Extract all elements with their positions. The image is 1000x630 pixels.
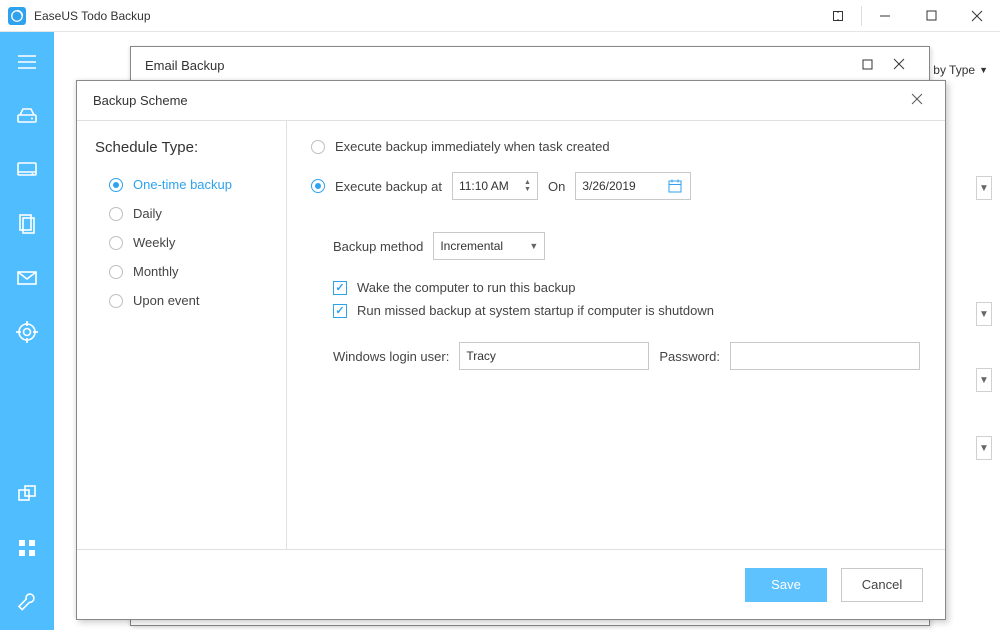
- method-label: Backup method: [333, 239, 423, 254]
- method-value: Incremental: [440, 239, 503, 253]
- menu-icon[interactable]: [15, 50, 39, 74]
- email-backup-icon[interactable]: [15, 266, 39, 290]
- missed-label: Run missed backup at system startup if c…: [357, 303, 714, 318]
- chevron-down-icon: ▼: [529, 241, 538, 251]
- radio-icon: [311, 140, 325, 154]
- exec-immediate-label: Execute backup immediately when task cre…: [335, 139, 610, 154]
- window-close-button[interactable]: [954, 0, 1000, 32]
- window-maximize-button[interactable]: [908, 0, 954, 32]
- user-label: Windows login user:: [333, 349, 449, 364]
- backup-method-row: Backup method Incremental ▼: [333, 232, 925, 260]
- time-stepper-icon[interactable]: ▲▼: [524, 179, 531, 193]
- wake-label: Wake the computer to run this backup: [357, 280, 575, 295]
- file-backup-icon[interactable]: [15, 212, 39, 236]
- schedule-option-one-time[interactable]: One-time backup: [95, 170, 268, 199]
- scheme-close-button[interactable]: [905, 86, 929, 115]
- password-input[interactable]: [730, 342, 920, 370]
- exec-immediate-row[interactable]: Execute backup immediately when task cre…: [311, 139, 925, 154]
- content-area: ↑ Sort by Type ▼ ▼ ▼ ▼ ▼ Email Backup Ba…: [54, 32, 1000, 630]
- date-input[interactable]: 3/26/2019: [575, 172, 691, 200]
- schedule-option-upon-event[interactable]: Upon event: [95, 286, 268, 315]
- sidebar: [0, 32, 54, 630]
- credentials-row: Windows login user: Tracy Password:: [333, 342, 925, 370]
- radio-icon: [109, 207, 123, 221]
- backup-scheme-dialog: Backup Scheme Schedule Type: One-time ba…: [76, 80, 946, 620]
- cancel-label: Cancel: [862, 577, 902, 592]
- clone-icon[interactable]: [15, 482, 39, 506]
- save-label: Save: [771, 577, 801, 592]
- tools-icon[interactable]: [15, 590, 39, 614]
- app-title: EaseUS Todo Backup: [34, 9, 151, 23]
- windows-user-input[interactable]: Tracy: [459, 342, 649, 370]
- schedule-option-label: Monthly: [133, 264, 179, 279]
- title-bar: EaseUS Todo Backup: [0, 0, 1000, 32]
- exec-at-row[interactable]: Execute backup at 11:10 AM ▲▼ On 3/26/20…: [311, 172, 925, 200]
- wake-computer-checkbox[interactable]: ✓ Wake the computer to run this backup: [333, 280, 925, 295]
- checkbox-checked-icon: ✓: [333, 281, 347, 295]
- disk-backup-icon[interactable]: [15, 104, 39, 128]
- schedule-option-label: Upon event: [133, 293, 200, 308]
- schedule-option-monthly[interactable]: Monthly: [95, 257, 268, 286]
- user-value: Tracy: [466, 349, 496, 363]
- schedule-option-weekly[interactable]: Weekly: [95, 228, 268, 257]
- window-minimize-button[interactable]: [862, 0, 908, 32]
- apps-icon[interactable]: [15, 536, 39, 560]
- radio-icon: [109, 236, 123, 250]
- system-backup-icon[interactable]: [15, 158, 39, 182]
- backup-method-dropdown[interactable]: Incremental ▼: [433, 232, 545, 260]
- bg-dropdown-1[interactable]: ▼: [976, 176, 992, 200]
- bg-dropdown-3[interactable]: ▼: [976, 368, 992, 392]
- calendar-icon[interactable]: [666, 177, 684, 195]
- radio-icon: [109, 265, 123, 279]
- radio-icon: [109, 178, 123, 192]
- time-value: 11:10 AM: [459, 179, 509, 193]
- run-missed-checkbox[interactable]: ✓ Run missed backup at system startup if…: [333, 303, 925, 318]
- time-input[interactable]: 11:10 AM ▲▼: [452, 172, 538, 200]
- schedule-option-label: One-time backup: [133, 177, 232, 192]
- schedule-option-label: Weekly: [133, 235, 175, 250]
- on-label: On: [548, 179, 565, 194]
- exec-at-label: Execute backup at: [335, 179, 442, 194]
- email-window-maximize-button[interactable]: [851, 58, 883, 73]
- password-label: Password:: [659, 349, 720, 364]
- bg-dropdown-4[interactable]: ▼: [976, 436, 992, 460]
- email-window-title: Email Backup: [145, 58, 224, 73]
- schedule-option-daily[interactable]: Daily: [95, 199, 268, 228]
- titlebar-settings-icon[interactable]: [815, 0, 861, 32]
- cancel-button[interactable]: Cancel: [841, 568, 923, 602]
- app-logo-icon: [8, 7, 26, 25]
- schedule-type-heading: Schedule Type:: [95, 139, 268, 156]
- schedule-detail-panel: Execute backup immediately when task cre…: [287, 121, 945, 549]
- save-button[interactable]: Save: [745, 568, 827, 602]
- date-value: 3/26/2019: [582, 179, 635, 193]
- schedule-option-label: Daily: [133, 206, 162, 221]
- scheme-dialog-title: Backup Scheme: [93, 93, 188, 108]
- target-icon[interactable]: [15, 320, 39, 344]
- radio-icon: [109, 294, 123, 308]
- schedule-type-panel: Schedule Type: One-time backup Daily Wee…: [77, 121, 287, 549]
- email-window-close-button[interactable]: [883, 58, 915, 73]
- radio-icon: [311, 179, 325, 193]
- bg-dropdown-2[interactable]: ▼: [976, 302, 992, 326]
- checkbox-checked-icon: ✓: [333, 304, 347, 318]
